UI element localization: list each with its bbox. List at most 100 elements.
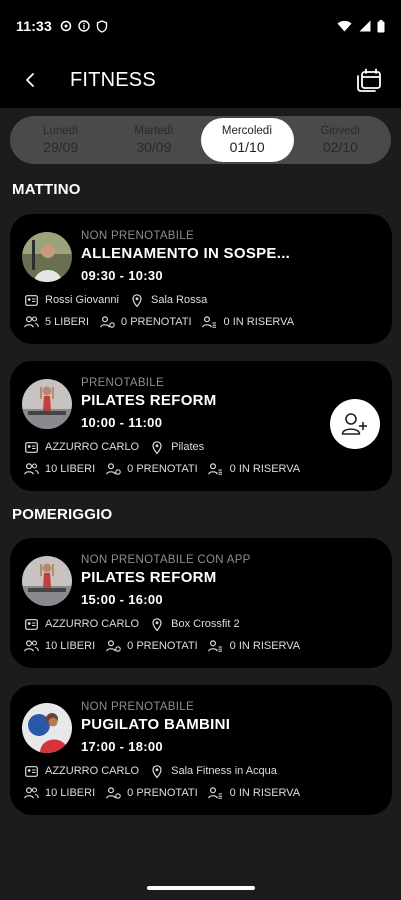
class-availability-row: 5 LIBERI 0 PRENOTATI 0 IN RISERVA	[23, 315, 294, 329]
back-arrow-icon	[26, 73, 34, 87]
class-time: 09:30 - 10:30	[81, 268, 163, 283]
person-booked-icon	[99, 316, 115, 328]
person-reserve-icon	[208, 463, 223, 475]
person-reserve-icon	[202, 316, 217, 328]
people-icon	[23, 316, 39, 328]
reserve-count: 0 IN RISERVA	[229, 463, 301, 475]
location-pin-icon	[152, 764, 162, 778]
booked-count: 0 PRENOTATI	[127, 463, 198, 475]
instructor-badge-icon	[24, 618, 38, 630]
avatar	[22, 232, 72, 282]
calendar-icon	[357, 68, 381, 92]
room-name: Pilates	[171, 441, 205, 453]
reserve-count: 0 IN RISERVA	[223, 316, 295, 328]
class-time: 10:00 - 11:00	[81, 415, 163, 430]
section-title-morning: MATTINO	[12, 181, 81, 198]
people-icon	[23, 463, 39, 475]
booked-count: 0 PRENOTATI	[127, 787, 198, 799]
class-status: NON PRENOTABILE	[81, 230, 194, 242]
class-time: 15:00 - 16:00	[81, 592, 163, 607]
day-date: 30/09	[136, 139, 172, 155]
free-spots: 10 LIBERI	[45, 787, 96, 799]
home-indicator[interactable]	[146, 886, 255, 890]
instructor-name: AZZURRO CARLO	[45, 765, 140, 777]
class-availability-row: 10 LIBERI 0 PRENOTATI 0 IN RISERVA	[23, 639, 300, 653]
avatar	[22, 703, 72, 753]
class-availability-row: 10 LIBERI 0 PRENOTATI 0 IN RISERVA	[23, 462, 300, 476]
day-tab-wednesday[interactable]: Mercoledì 01/10	[200, 118, 294, 162]
person-reserve-icon	[208, 787, 223, 799]
day-selector: Lunedì 29/09 Martedì 30/09 Mercoledì 01/…	[10, 116, 391, 164]
class-card[interactable]: NON PRENOTABILE CON APP PILATES REFORM 1…	[10, 538, 392, 668]
status-time: 11:33	[16, 18, 53, 34]
class-info-row: AZZURRO CARLO Pilates	[23, 440, 204, 454]
instructor-name: AZZURRO CARLO	[45, 441, 140, 453]
day-tab-monday[interactable]: Lunedì 29/09	[14, 118, 107, 162]
location-pin-icon	[152, 440, 162, 454]
person-booked-icon	[105, 787, 121, 799]
class-status: NON PRENOTABILE	[81, 701, 194, 713]
person-booked-icon	[105, 640, 121, 652]
info-status-icon	[78, 20, 90, 32]
class-name: PILATES REFORM	[81, 392, 217, 409]
settings-status-icon	[60, 20, 72, 32]
day-date: 01/10	[229, 139, 265, 155]
shield-status-icon	[96, 19, 108, 33]
wifi-icon	[337, 20, 352, 32]
people-icon	[23, 787, 39, 799]
booked-count: 0 PRENOTATI	[127, 640, 198, 652]
day-name: Mercoledì	[221, 125, 273, 137]
instructor-badge-icon	[24, 765, 38, 777]
instructor-badge-icon	[24, 294, 38, 306]
person-booked-icon	[105, 463, 121, 475]
top-bar: 11:33 FITNESS	[0, 0, 401, 108]
class-name: PUGILATO BAMBINI	[81, 716, 231, 733]
day-name: Giovedì	[320, 125, 361, 137]
instructor-badge-icon	[24, 441, 38, 453]
room-name: Sala Fitness in Acqua	[171, 765, 277, 777]
class-name: ALLENAMENTO IN SOSPE...	[81, 245, 291, 262]
class-card[interactable]: NON PRENOTABILE PUGILATO BAMBINI 17:00 -…	[10, 685, 392, 815]
people-icon	[23, 640, 39, 652]
free-spots: 5 LIBERI	[45, 316, 90, 328]
app-bar: FITNESS	[0, 52, 401, 108]
class-status: NON PRENOTABILE CON APP	[81, 554, 251, 566]
avatar	[22, 556, 72, 606]
room-name: Box Crossfit 2	[171, 618, 240, 630]
location-pin-icon	[132, 293, 142, 307]
day-name: Lunedì	[43, 125, 79, 137]
free-spots: 10 LIBERI	[45, 463, 96, 475]
class-info-row: Rossi Giovanni Sala Rossa	[23, 293, 207, 307]
class-card[interactable]: NON PRENOTABILE ALLENAMENTO IN SOSPE... …	[10, 214, 392, 344]
calendar-button[interactable]	[353, 64, 385, 96]
class-name: PILATES REFORM	[81, 569, 217, 586]
page-title: FITNESS	[70, 68, 156, 91]
reserve-count: 0 IN RISERVA	[229, 787, 301, 799]
app-screen: 11:33 FITNESS Lunedì 29/09 Martedì 30/09…	[0, 0, 401, 900]
class-info-row: AZZURRO CARLO Box Crossfit 2	[23, 617, 240, 631]
class-status: PRENOTABILE	[81, 377, 164, 389]
instructor-name: Rossi Giovanni	[45, 294, 119, 306]
booked-count: 0 PRENOTATI	[121, 316, 192, 328]
day-name: Martedì	[134, 125, 174, 137]
section-title-afternoon: POMERIGGIO	[12, 506, 113, 523]
location-pin-icon	[152, 617, 162, 631]
person-reserve-icon	[208, 640, 223, 652]
status-bar: 11:33	[0, 0, 401, 52]
avatar	[22, 379, 72, 429]
battery-icon	[377, 19, 385, 32]
class-info-row: AZZURRO CARLO Sala Fitness in Acqua	[23, 764, 277, 778]
free-spots: 10 LIBERI	[45, 640, 96, 652]
class-availability-row: 10 LIBERI 0 PRENOTATI 0 IN RISERVA	[23, 786, 300, 800]
day-tab-thursday[interactable]: Giovedì 02/10	[294, 118, 387, 162]
back-button[interactable]	[16, 66, 44, 94]
signal-icon	[359, 20, 371, 32]
reserve-count: 0 IN RISERVA	[229, 640, 301, 652]
class-card[interactable]: PRENOTABILE PILATES REFORM 10:00 - 11:00…	[10, 361, 392, 491]
book-class-button[interactable]	[330, 399, 380, 449]
day-tab-tuesday[interactable]: Martedì 30/09	[107, 118, 200, 162]
day-date: 02/10	[322, 139, 358, 155]
instructor-name: AZZURRO CARLO	[45, 618, 140, 630]
class-time: 17:00 - 18:00	[81, 739, 163, 754]
day-date: 29/09	[43, 139, 79, 155]
